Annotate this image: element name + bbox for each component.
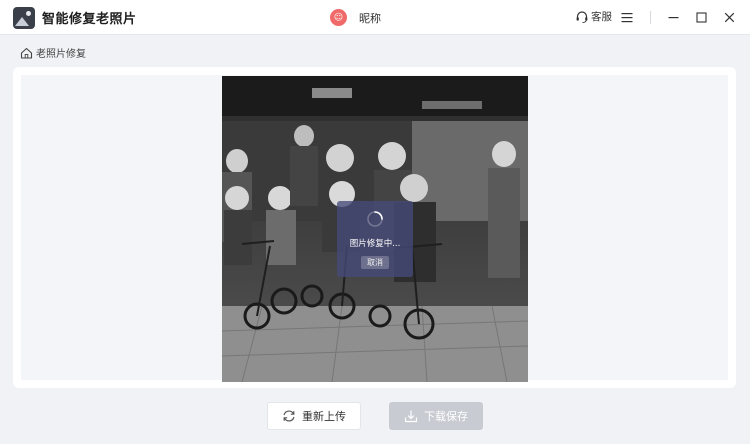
processing-status-text: 图片修复中... [349,239,401,249]
close-icon[interactable] [720,8,738,26]
photo-restore-logo-icon [13,7,35,29]
app-title: 智能修复老照片 [42,12,137,27]
title-bar: 智能修复老照片 ☺ 昵称 客服 [0,0,750,35]
user-avatar-icon[interactable]: ☺ [330,9,347,26]
breadcrumb-current: 老照片修复 [36,49,86,60]
headset-icon [576,10,588,23]
user-nickname[interactable]: 昵称 [359,10,381,26]
download-icon [404,410,418,423]
hamburger-menu-icon[interactable] [618,8,636,26]
minimize-icon[interactable] [664,8,682,26]
refresh-icon [283,410,295,422]
reupload-label: 重新上传 [302,410,346,423]
breadcrumb: 老照片修复 [20,45,86,60]
cancel-button[interactable]: 取消 [361,256,389,269]
reupload-button[interactable]: 重新上传 [267,402,361,430]
download-save-label: 下载保存 [424,410,468,423]
download-save-button[interactable]: 下载保存 [389,402,483,430]
title-bar-divider [650,11,651,24]
processing-overlay: 图片修复中... 取消 [337,201,413,277]
customer-service-label: 客服 [591,11,612,23]
maximize-icon[interactable] [692,8,710,26]
customer-service-button[interactable]: 客服 [575,9,612,24]
loading-spinner-icon [367,211,383,227]
home-icon[interactable] [20,47,33,59]
